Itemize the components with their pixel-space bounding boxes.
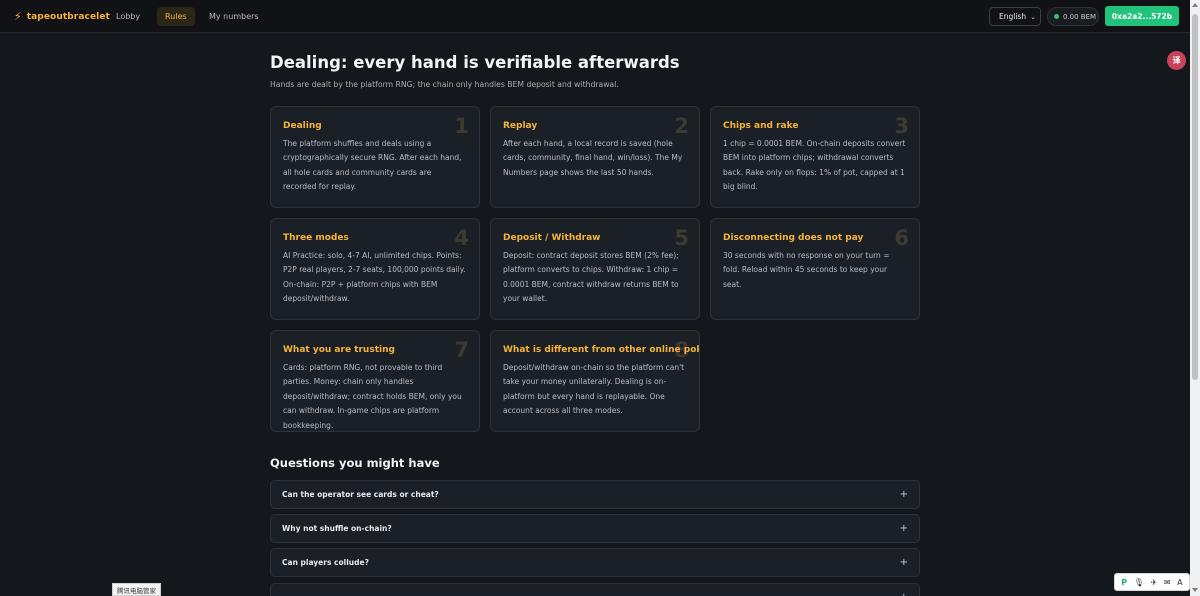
- faq-item-shuffle-on-chain[interactable]: Why not shuffle on-chain? +: [270, 514, 920, 543]
- rule-card-replay: 2 Replay After each hand, a local record…: [490, 106, 700, 208]
- card-body: After each hand, a local record is saved…: [503, 139, 683, 177]
- scrollbar-thumb[interactable]: [1192, 14, 1198, 380]
- card-title: What is different from other online poke…: [503, 345, 700, 355]
- translate-icon[interactable]: 译: [1167, 51, 1186, 70]
- page-title: Dealing: every hand is verifiable afterw…: [270, 53, 680, 72]
- wallet-button[interactable]: 0xa2a2...572b: [1105, 6, 1179, 26]
- card-title: Three modes: [283, 233, 349, 243]
- rule-card-deposit-withdraw: 5 Deposit / Withdraw Deposit: contract d…: [490, 218, 700, 320]
- plus-icon: +: [899, 489, 908, 500]
- card-body: Cards: platform RNG, not provable to thi…: [283, 363, 462, 430]
- balance-value: 0.00 BEM: [1063, 12, 1097, 21]
- plus-icon: +: [899, 557, 908, 568]
- rule-card-dealing: 1 Dealing The platform shuffles and deal…: [270, 106, 480, 208]
- brand[interactable]: ⚡ tapeoutbracelet: [14, 10, 110, 23]
- faq-item-collude[interactable]: Can players collude? +: [270, 548, 920, 577]
- balance-pill: 0.00 BEM: [1047, 7, 1099, 26]
- language-select[interactable]: English ⌄: [989, 7, 1041, 26]
- rule-card-different: 8 What is different from other online po…: [490, 330, 700, 432]
- send-icon[interactable]: ✈: [1151, 578, 1158, 587]
- scroll-up-icon[interactable]: [1192, 3, 1198, 7]
- scroll-down-icon[interactable]: [1192, 588, 1198, 592]
- faq-question: Can players collude?: [282, 558, 369, 567]
- faq-question: Why not shuffle on-chain?: [282, 524, 392, 533]
- microphone-icon[interactable]: 🎙: [1134, 578, 1144, 587]
- brand-name: tapeoutbracelet: [26, 11, 110, 22]
- p-icon[interactable]: P: [1121, 578, 1127, 587]
- card-body: Deposit/withdraw on-chain so the platfor…: [503, 363, 685, 416]
- language-value: English: [999, 12, 1027, 21]
- rule-card-three-modes: 4 Three modes AI Practice: solo, 4-7 AI,…: [270, 218, 480, 320]
- page-subtitle: Hands are dealt by the platform RNG; the…: [270, 80, 619, 89]
- status-dot-icon: [1054, 14, 1059, 19]
- faq-item-operator-cheat[interactable]: Can the operator see cards or cheat? +: [270, 480, 920, 509]
- rule-card-disconnecting: 6 Disconnecting does not pay 30 seconds …: [710, 218, 920, 320]
- card-body: The platform shuffles and deals using a …: [283, 139, 462, 192]
- card-title: Deposit / Withdraw: [503, 233, 601, 243]
- card-body: 30 seconds with no response on your turn…: [723, 251, 890, 289]
- mail-icon[interactable]: ✉: [1164, 578, 1171, 587]
- faq-item-partial[interactable]: +: [270, 583, 920, 596]
- tray-label: 腾讯电脑管家: [112, 583, 161, 596]
- card-body: AI Practice: solo, 4-7 AI, unlimited chi…: [283, 251, 466, 304]
- scrollbar[interactable]: [1190, 0, 1200, 596]
- nav-lobby[interactable]: Lobby: [108, 7, 148, 26]
- nav-rules[interactable]: Rules: [157, 7, 195, 26]
- faq-heading: Questions you might have: [270, 456, 440, 470]
- text-icon[interactable]: A: [1177, 578, 1182, 587]
- top-bar: ⚡ tapeoutbracelet Lobby Rules My numbers…: [0, 0, 1190, 33]
- card-body: 1 chip = 0.0001 BEM. On-chain deposits c…: [723, 139, 906, 192]
- card-title: What you are trusting: [283, 345, 395, 355]
- plus-icon: +: [900, 592, 908, 596]
- faq-question: Can the operator see cards or cheat?: [282, 490, 439, 499]
- nav-my-numbers[interactable]: My numbers: [201, 7, 267, 26]
- plus-icon: +: [899, 523, 908, 534]
- card-title: Disconnecting does not pay: [723, 233, 864, 243]
- card-title: Chips and rake: [723, 121, 799, 131]
- card-title: Replay: [503, 121, 538, 131]
- floating-toolbar: P 🎙 ✈ ✉ A: [1114, 573, 1190, 591]
- card-title: Dealing: [283, 121, 322, 131]
- rule-card-trusting: 7 What you are trusting Cards: platform …: [270, 330, 480, 432]
- rule-card-chips-rake: 3 Chips and rake 1 chip = 0.0001 BEM. On…: [710, 106, 920, 208]
- chevron-down-icon: ⌄: [1030, 12, 1036, 21]
- bolt-icon: ⚡: [14, 10, 22, 23]
- card-body: Deposit: contract deposit stores BEM (2%…: [503, 251, 679, 304]
